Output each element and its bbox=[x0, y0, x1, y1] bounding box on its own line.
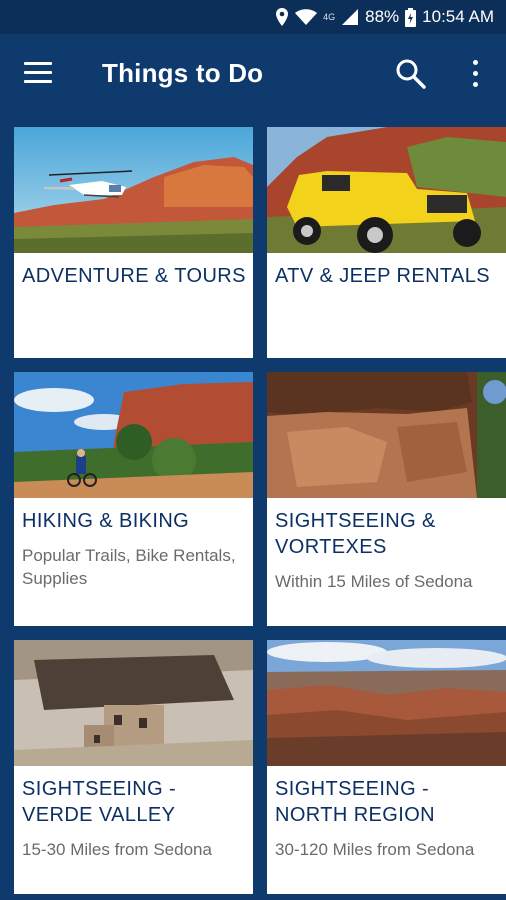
card-sightseeing-north-region[interactable]: SIGHTSEEING - NORTH REGION 30-120 Miles … bbox=[267, 640, 506, 894]
card-image-jeep bbox=[267, 127, 506, 253]
card-title: SIGHTSEEING - NORTH REGION bbox=[275, 778, 435, 826]
card-adventure-tours[interactable]: ADVENTURE & TOURS bbox=[14, 127, 253, 358]
card-sightseeing-verde-valley[interactable]: SIGHTSEEING - VERDE VALLEY 15-30 Miles f… bbox=[14, 640, 253, 894]
card-hiking-biking[interactable]: HIKING & BIKING Popular Trails, Bike Ren… bbox=[14, 372, 253, 626]
search-icon[interactable] bbox=[393, 56, 429, 92]
card-sightseeing-vortexes[interactable]: SIGHTSEEING & VORTEXES Within 15 Miles o… bbox=[267, 372, 506, 626]
page-title: Things to Do bbox=[102, 58, 264, 88]
card-image-canyon bbox=[267, 640, 506, 766]
card-title: SIGHTSEEING & VORTEXES bbox=[275, 510, 436, 558]
menu-icon[interactable] bbox=[24, 62, 54, 86]
status-bar: 4G 88% 10:54 AM bbox=[0, 0, 506, 34]
network-type: 4G bbox=[323, 12, 336, 22]
card-subtitle: 30-120 Miles from Sedona bbox=[275, 840, 475, 859]
card-image-helicopter bbox=[14, 127, 253, 253]
signal-icon bbox=[342, 9, 359, 25]
card-title: SIGHTSEEING - VERDE VALLEY bbox=[22, 778, 177, 826]
card-title: ATV & JEEP RENTALS bbox=[275, 265, 491, 287]
wifi-icon bbox=[295, 9, 318, 25]
card-image-cliff bbox=[267, 372, 506, 498]
card-title: ADVENTURE & TOURS bbox=[22, 265, 246, 287]
more-vert-icon[interactable] bbox=[464, 58, 486, 90]
card-subtitle: Within 15 Miles of Sedona bbox=[275, 572, 473, 591]
card-image-biker bbox=[14, 372, 253, 498]
card-title: HIKING & BIKING bbox=[22, 510, 190, 532]
card-subtitle: 15-30 Miles from Sedona bbox=[22, 840, 212, 859]
location-icon bbox=[276, 8, 289, 26]
card-atv-jeep-rentals[interactable]: ATV & JEEP RENTALS bbox=[267, 127, 506, 358]
battery-percent: 88% bbox=[365, 7, 400, 26]
card-subtitle: Popular Trails, Bike Rentals, Supplies bbox=[22, 546, 236, 588]
battery-icon bbox=[405, 7, 417, 27]
app-bar: Things to Do bbox=[0, 34, 506, 114]
card-image-castle bbox=[14, 640, 253, 766]
clock: 10:54 AM bbox=[422, 7, 494, 26]
